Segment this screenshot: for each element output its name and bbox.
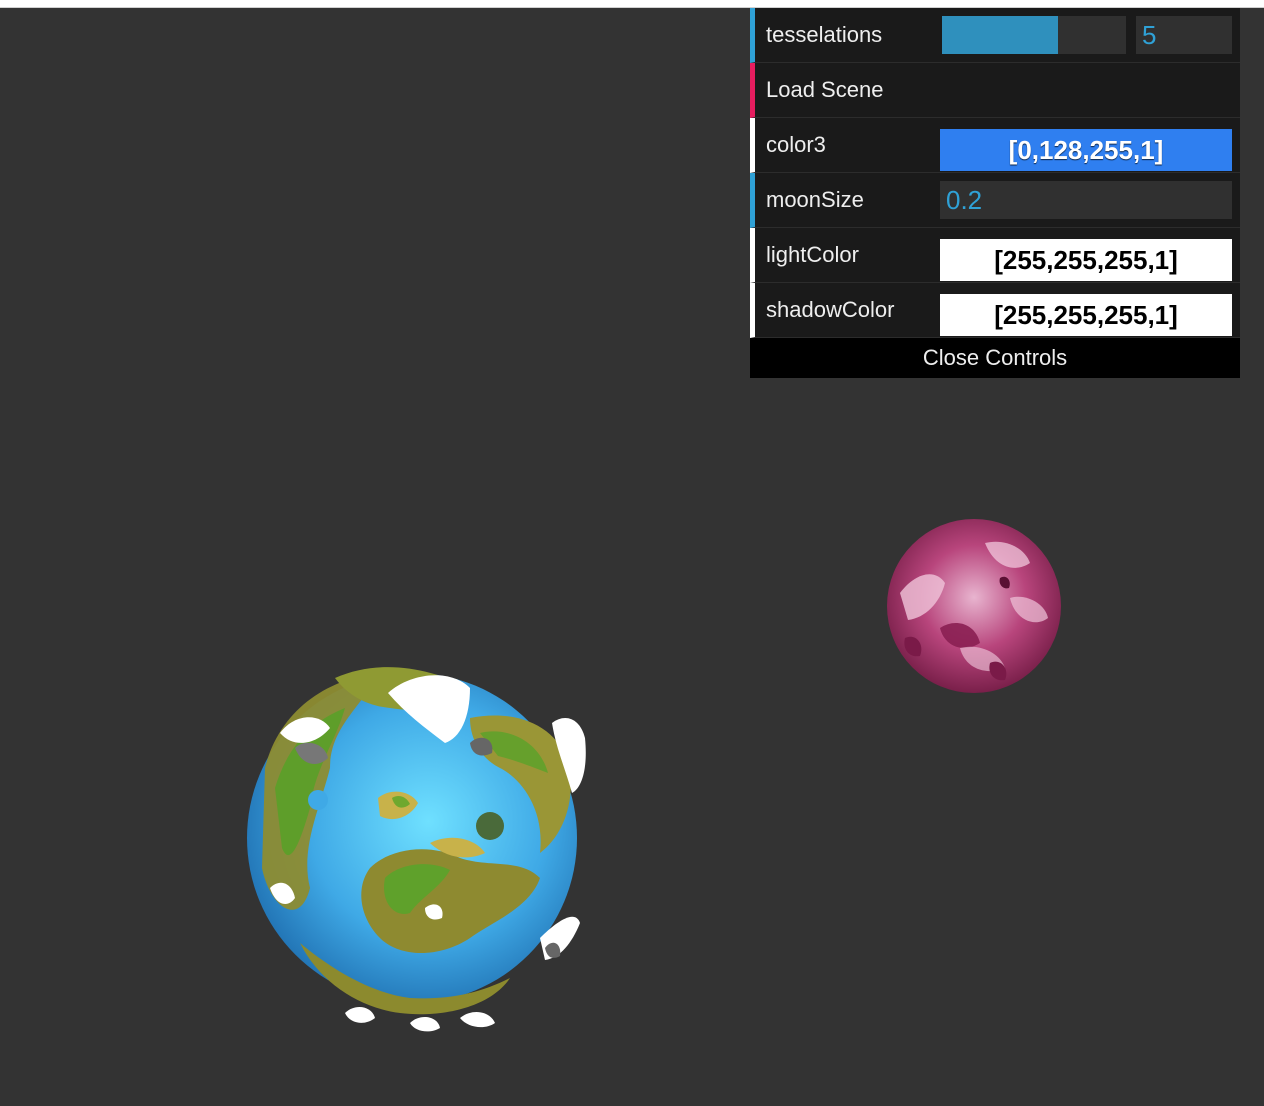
lightcolor-picker[interactable]: [255,255,255,1] bbox=[940, 239, 1232, 281]
shadowcolor-label: shadowColor bbox=[766, 297, 895, 322]
load-scene-button[interactable]: Load Scene bbox=[750, 63, 1240, 118]
lightcolor-control: lightColor [255,255,255,1] bbox=[750, 228, 1240, 283]
tesselations-slider-fill bbox=[942, 16, 1058, 54]
moonsize-control: moonSize 0.2 bbox=[750, 173, 1240, 228]
shadowcolor-control: shadowColor [255,255,255,1] bbox=[750, 283, 1240, 338]
color3-label: color3 bbox=[766, 132, 826, 157]
load-scene-label: Load Scene bbox=[766, 77, 884, 102]
moonsize-input[interactable]: 0.2 bbox=[940, 181, 1232, 219]
shadowcolor-picker[interactable]: [255,255,255,1] bbox=[940, 294, 1232, 336]
lightcolor-label: lightColor bbox=[766, 242, 859, 267]
moonsize-label: moonSize bbox=[766, 187, 864, 212]
close-controls-button[interactable]: Close Controls bbox=[750, 338, 1240, 378]
moon bbox=[887, 519, 1061, 693]
tesselations-control: tesselations 5 bbox=[750, 8, 1240, 63]
tesselations-input[interactable]: 5 bbox=[1136, 16, 1232, 54]
planet bbox=[247, 667, 586, 1032]
tesselations-slider[interactable] bbox=[942, 16, 1126, 54]
color3-control: color3 [0,128,255,1] bbox=[750, 118, 1240, 173]
controls-panel: tesselations 5 Load Scene color3 [0,128,… bbox=[750, 8, 1240, 378]
color3-picker[interactable]: [0,128,255,1] bbox=[940, 129, 1232, 171]
browser-top-strip bbox=[0, 0, 1264, 8]
tesselations-label: tesselations bbox=[766, 22, 883, 47]
